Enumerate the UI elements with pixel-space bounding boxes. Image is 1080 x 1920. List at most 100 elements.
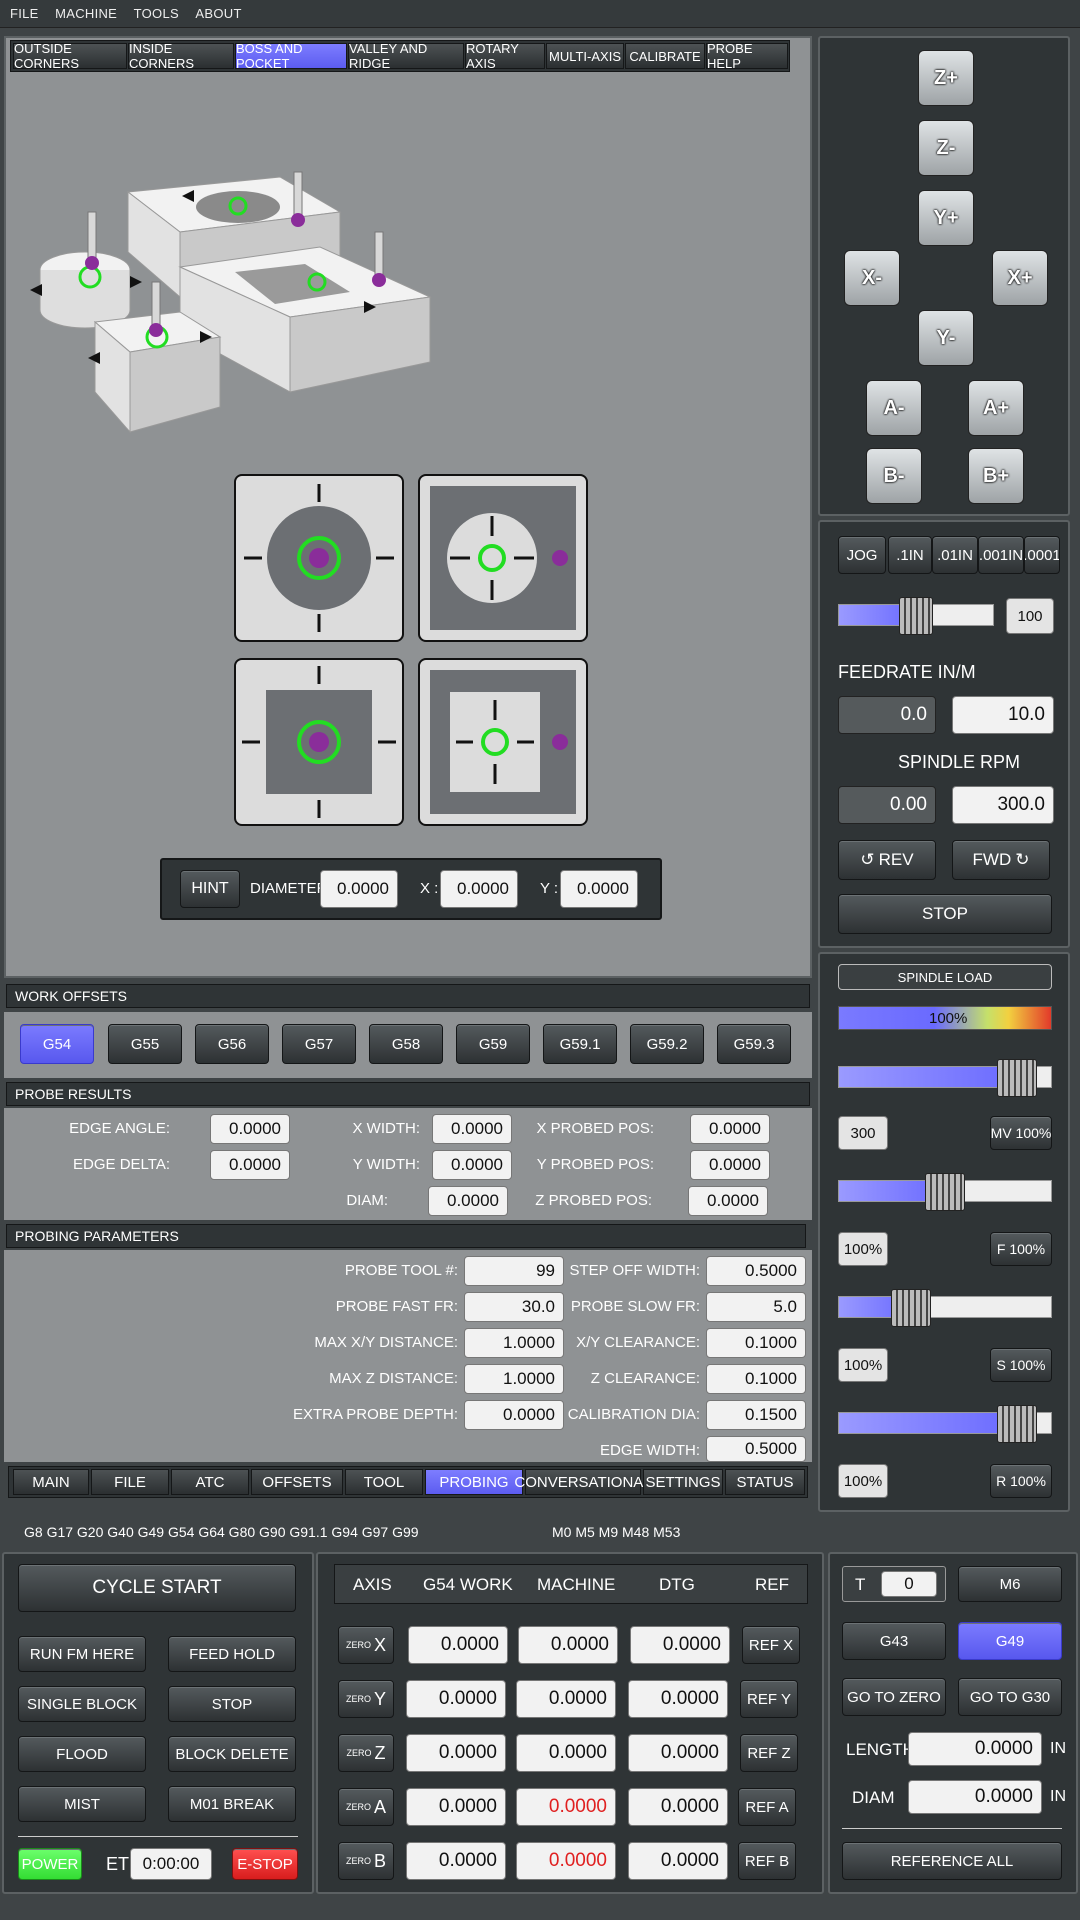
jog-step-jog[interactable]: JOG <box>838 536 886 574</box>
menu-file[interactable]: FILE <box>10 0 39 28</box>
spindle-override-slider[interactable] <box>838 1289 1052 1327</box>
jog-b-minus-button[interactable]: B- <box>866 448 922 504</box>
offset-g57-button[interactable]: G57 <box>282 1024 356 1064</box>
probe-tool-field[interactable]: 99 <box>464 1256 564 1286</box>
jog-b-plus-button[interactable]: B+ <box>968 448 1024 504</box>
offset-g56-button[interactable]: G56 <box>195 1024 269 1064</box>
step-off-field[interactable]: 0.5000 <box>706 1256 806 1286</box>
feed-override-handle[interactable] <box>925 1173 965 1211</box>
diameter-field[interactable]: 0.0000 <box>320 870 398 908</box>
xy-clearance-field[interactable]: 0.1000 <box>706 1328 806 1358</box>
ref-x-button[interactable]: REF X <box>742 1626 800 1664</box>
x-field[interactable]: 0.0000 <box>440 870 518 908</box>
offset-g59-3-button[interactable]: G59.3 <box>717 1024 791 1064</box>
jog-x-plus-button[interactable]: X+ <box>992 250 1048 306</box>
tab-rotary-axis[interactable]: ROTARY AXIS <box>465 41 545 71</box>
tab-atc[interactable]: ATC <box>171 1469 249 1495</box>
tab-multi-axis[interactable]: MULTI-AXIS <box>546 43 624 69</box>
zero-b-button[interactable]: ZERO B <box>338 1842 394 1880</box>
ref-y-button[interactable]: REF Y <box>740 1680 798 1718</box>
tab-settings[interactable]: SETTINGS <box>643 1469 723 1495</box>
offset-g55-button[interactable]: G55 <box>108 1024 182 1064</box>
hint-button[interactable]: HINT <box>180 870 240 908</box>
tab-probe-help[interactable]: PROBE HELP <box>706 41 788 71</box>
tab-tool[interactable]: TOOL <box>345 1469 423 1495</box>
zero-y-button[interactable]: ZERO Y <box>338 1680 394 1718</box>
jog-a-plus-button[interactable]: A+ <box>968 380 1024 436</box>
cycle-start-button[interactable]: CYCLE START <box>18 1564 296 1612</box>
tab-inside-corners[interactable]: INSIDE CORNERS <box>128 41 234 71</box>
tab-main[interactable]: MAIN <box>13 1469 89 1495</box>
ref-b-button[interactable]: REF B <box>738 1842 796 1880</box>
tab-file[interactable]: FILE <box>91 1469 169 1495</box>
tab-status[interactable]: STATUS <box>725 1469 805 1495</box>
rapid-override-slider[interactable] <box>838 1405 1052 1443</box>
tab-probing[interactable]: PROBING <box>425 1469 523 1495</box>
spindle-set[interactable]: 300.0 <box>952 786 1054 824</box>
offset-g59-1-button[interactable]: G59.1 <box>543 1024 617 1064</box>
g49-button[interactable]: G49 <box>958 1622 1062 1660</box>
jog-a-minus-button[interactable]: A- <box>866 380 922 436</box>
m6-button[interactable]: M6 <box>958 1566 1062 1602</box>
zero-x-button[interactable]: ZERO X <box>338 1626 394 1664</box>
tab-calibrate[interactable]: CALIBRATE <box>625 43 705 69</box>
offset-g59-2-button[interactable]: G59.2 <box>630 1024 704 1064</box>
edge-width-field[interactable]: 0.5000 <box>706 1436 806 1462</box>
menu-machine[interactable]: MACHINE <box>55 0 117 28</box>
tool-diam-field[interactable]: 0.0000 <box>908 1780 1042 1814</box>
jog-rate-handle[interactable] <box>899 597 933 635</box>
spindle-fwd-button[interactable]: FWD ↻ <box>952 840 1050 880</box>
block-delete-button[interactable]: BLOCK DELETE <box>168 1736 296 1772</box>
spindle-override-button[interactable]: S 100% <box>990 1348 1052 1382</box>
feed-hold-button[interactable]: FEED HOLD <box>168 1636 296 1672</box>
calibration-dia-field[interactable]: 0.1500 <box>706 1400 806 1430</box>
tab-boss-and-pocket[interactable]: BOSS AND POCKET <box>235 41 347 71</box>
offset-g58-button[interactable]: G58 <box>369 1024 443 1064</box>
g43-button[interactable]: G43 <box>842 1622 946 1660</box>
jog-y-plus-button[interactable]: Y+ <box>918 190 974 246</box>
menu-about[interactable]: ABOUT <box>195 0 241 28</box>
jog-x-minus-button[interactable]: X- <box>844 250 900 306</box>
slow-fr-field[interactable]: 5.0 <box>706 1292 806 1322</box>
stop-button[interactable]: STOP <box>168 1686 296 1722</box>
tab-offsets[interactable]: OFFSETS <box>251 1469 343 1495</box>
mv-override-handle[interactable] <box>997 1059 1037 1097</box>
go-to-g30-button[interactable]: GO TO G30 <box>958 1678 1062 1716</box>
probe-pocket-circle-image[interactable] <box>418 474 588 642</box>
max-xy-field[interactable]: 1.0000 <box>464 1328 564 1358</box>
max-z-field[interactable]: 1.0000 <box>464 1364 564 1394</box>
tool-length-field[interactable]: 0.0000 <box>908 1732 1042 1766</box>
y-field[interactable]: 0.0000 <box>560 870 638 908</box>
power-button[interactable]: POWER <box>18 1848 82 1880</box>
spindle-override-handle[interactable] <box>891 1289 931 1327</box>
run-from-here-button[interactable]: RUN FM HERE <box>18 1636 146 1672</box>
probe-pocket-rect-image[interactable] <box>418 658 588 826</box>
zero-z-button[interactable]: ZERO Z <box>338 1734 394 1772</box>
jog-step-0-01[interactable]: .01IN <box>932 536 978 574</box>
ref-z-button[interactable]: REF Z <box>740 1734 798 1772</box>
jog-step-0-001[interactable]: .001IN <box>978 536 1024 574</box>
estop-button[interactable]: E-STOP <box>232 1848 298 1880</box>
tab-valley-and-ridge[interactable]: VALLEY AND RIDGE <box>348 41 464 71</box>
mv-override-button[interactable]: MV 100% <box>990 1116 1052 1150</box>
mv-override-slider[interactable] <box>838 1059 1052 1097</box>
tab-outside-corners[interactable]: OUTSIDE CORNERS <box>13 41 127 71</box>
go-to-zero-button[interactable]: GO TO ZERO <box>842 1678 946 1716</box>
feed-override-slider[interactable] <box>838 1173 1052 1211</box>
ref-a-button[interactable]: REF A <box>738 1788 796 1826</box>
jog-z-plus-button[interactable]: Z+ <box>918 50 974 106</box>
spindle-stop-button[interactable]: STOP <box>838 894 1052 934</box>
jog-rate-slider[interactable] <box>838 597 994 635</box>
jog-step-0-1[interactable]: .1IN <box>888 536 932 574</box>
spindle-rev-button[interactable]: ↺ REV <box>838 840 936 880</box>
rapid-override-button[interactable]: R 100% <box>990 1464 1052 1498</box>
menu-tools[interactable]: TOOLS <box>134 0 179 28</box>
tab-conversational[interactable]: CONVERSATIONAL <box>514 1469 652 1495</box>
jog-rate-value[interactable]: 100 <box>1006 598 1054 634</box>
flood-button[interactable]: FLOOD <box>18 1736 146 1772</box>
fast-fr-field[interactable]: 30.0 <box>464 1292 564 1322</box>
rapid-override-handle[interactable] <box>997 1405 1037 1443</box>
jog-step-0-0001[interactable]: .0001 <box>1024 536 1060 574</box>
probe-boss-rect-image[interactable] <box>234 658 404 826</box>
reference-all-button[interactable]: REFERENCE ALL <box>842 1842 1062 1880</box>
